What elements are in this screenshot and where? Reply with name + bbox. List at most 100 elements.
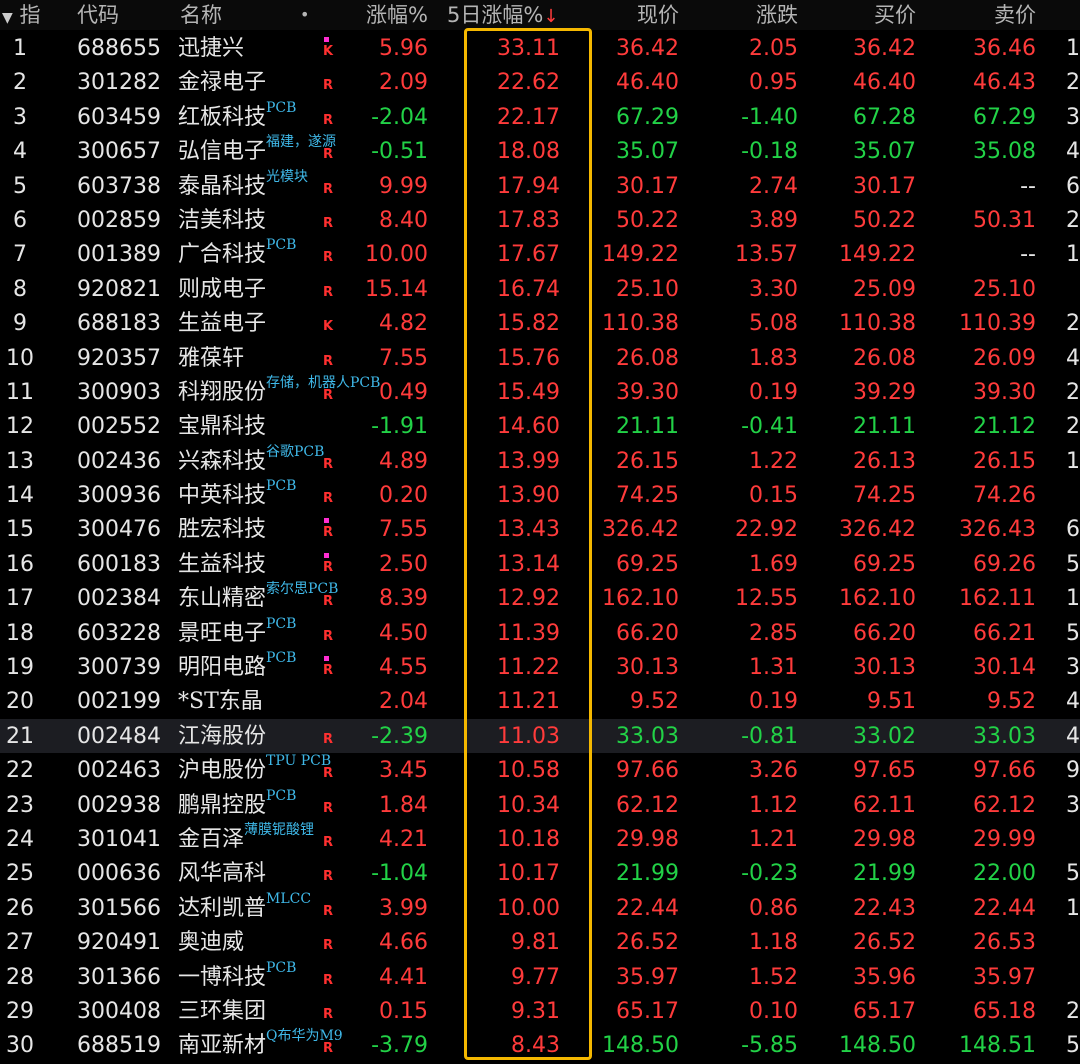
table-row[interactable]: 28 301366 一博科技 4.41 9.77 35.97 1.52 35.96 35.97 P… — [0, 960, 1080, 994]
table-row[interactable]: 22 002463 沪电股份 3.45 10.58 97.66 3.26 97.65 97.66… — [0, 753, 1080, 787]
stock-list: 1 688655 迅捷兴 5.96 33.11 36.42 2.05 36.42 36.46 17… — [0, 31, 1080, 1063]
dot-column-header[interactable]: • — [300, 0, 309, 30]
volume-truncated: 37 — [1066, 655, 1080, 681]
stock-name: 达利凯普 — [178, 895, 267, 921]
price-column-header[interactable]: 现价 — [585, 0, 679, 30]
pct-change: 4.66 — [379, 930, 428, 956]
current-price: 97.66 — [616, 758, 679, 784]
table-row[interactable]: 15 300476 胜宏科技 7.55 13.43 326.42 22.92 326.42 32… — [0, 512, 1080, 546]
table-row[interactable]: 11 300903 科翔股份 0.49 15.49 39.30 0.19 39.29 39.30… — [0, 375, 1080, 409]
margin-marker-badge: R — [323, 731, 334, 747]
table-row[interactable]: 14 300936 中英科技 0.20 13.90 74.25 0.15 74.25 74.26… — [0, 478, 1080, 512]
ask-price: 26.15 — [973, 448, 1036, 474]
change-column-header[interactable]: 涨跌 — [705, 0, 798, 30]
table-row[interactable]: 24 301041 金百泽 4.21 10.18 29.98 1.21 29.98 29.99 薄… — [0, 822, 1080, 856]
table-row[interactable]: 29 300408 三环集团 0.15 9.31 65.17 0.10 65.17 65.18 2… — [0, 994, 1080, 1028]
table-row[interactable]: 4 300657 弘信电子 -0.51 18.08 35.07 -0.18 35.07 35.0… — [0, 134, 1080, 168]
table-row[interactable]: 2 301282 金禄电子 2.09 22.62 46.40 0.95 46.40 46.43 2… — [0, 65, 1080, 99]
table-row[interactable]: 3 603459 红板科技 -2.04 22.17 67.29 -1.40 67.28 67.2… — [0, 100, 1080, 134]
price-change: 0.95 — [749, 70, 798, 96]
table-row[interactable]: 30 688519 南亚新材 -3.79 8.43 148.50 -5.85 148.50 14… — [0, 1028, 1080, 1062]
price-change: 2.85 — [749, 620, 798, 646]
ask-column-header[interactable]: 卖价 — [945, 0, 1036, 30]
volume-truncated: 23 — [1066, 311, 1080, 337]
stock-code: 603228 — [77, 620, 161, 646]
stock-code: 301282 — [77, 70, 161, 96]
five-day-change: 9.31 — [511, 998, 560, 1024]
table-row[interactable]: 23 002938 鹏鼎控股 1.84 10.34 62.12 1.12 62.11 62.12… — [0, 788, 1080, 822]
stock-code: 300408 — [77, 998, 161, 1024]
code-column-header[interactable]: 代码 — [77, 0, 119, 30]
table-row[interactable]: 27 920491 奥迪威 4.66 9.81 26.52 1.18 26.52 26.53 R — [0, 925, 1080, 959]
margin-marker-badge: K — [323, 44, 334, 59]
table-row[interactable]: 5 603738 泰晶科技 9.99 17.94 30.17 2.74 30.17 -- 62 光模… — [0, 169, 1080, 203]
stock-name: 则成电子 — [178, 276, 267, 302]
table-row[interactable]: 10 920357 雅葆轩 7.55 15.76 26.08 1.83 26.08 26.09 4… — [0, 341, 1080, 375]
pct-change: 2.04 — [379, 689, 428, 715]
bid-column-header[interactable]: 买价 — [825, 0, 916, 30]
row-index: 11 — [6, 379, 34, 405]
name-column-header[interactable]: 名称 — [180, 0, 222, 30]
concept-tag: PCB — [266, 478, 297, 495]
volume-truncated: 20 — [1066, 998, 1080, 1024]
bid-price: 62.11 — [853, 792, 916, 818]
table-row[interactable]: 7 001389 广合科技 10.00 17.67 149.22 13.57 149.22 --… — [0, 237, 1080, 271]
volume-truncated: 92 — [1066, 758, 1080, 784]
ask-price: 67.29 — [973, 104, 1036, 130]
price-change: 3.30 — [749, 276, 798, 302]
ask-price: 35.97 — [973, 964, 1036, 990]
pct-change: 8.39 — [379, 586, 428, 612]
stock-name: 生益电子 — [178, 311, 267, 337]
table-row[interactable]: 6 002859 洁美科技 8.40 17.83 50.22 3.89 50.22 50.31 2… — [0, 203, 1080, 237]
bid-price: 36.42 — [853, 36, 916, 61]
current-price: 39.30 — [616, 379, 679, 405]
ask-price: 66.21 — [973, 620, 1036, 646]
margin-marker-badge: R — [323, 594, 334, 610]
five-day-column-header[interactable]: 5日涨幅%↓ — [447, 0, 558, 30]
index-column-header[interactable]: ▼ 指 — [2, 0, 40, 30]
table-row[interactable]: 9 688183 生益电子 4.82 15.82 110.38 5.08 110.38 110.… — [0, 306, 1080, 340]
table-row[interactable]: 25 000636 风华高科 -1.04 10.17 21.99 -0.23 21.99 22.… — [0, 856, 1080, 890]
stock-name: 广合科技 — [178, 242, 267, 268]
stock-code: 002199 — [77, 689, 161, 715]
price-change: 1.18 — [749, 930, 798, 956]
table-row[interactable]: 12 002552 宝鼎科技 -1.91 14.60 21.11 -0.41 21.11 21.… — [0, 409, 1080, 443]
ask-price: 29.99 — [973, 826, 1036, 852]
current-price: 62.12 — [616, 792, 679, 818]
current-price: 26.08 — [616, 345, 679, 371]
table-row[interactable]: 21 002484 江海股份 -2.39 11.03 33.03 -0.81 33.02 33.… — [0, 718, 1080, 754]
table-row[interactable]: 26 301566 达利凯普 3.99 10.00 22.44 0.86 22.43 22.44… — [0, 891, 1080, 925]
price-change: 1.12 — [749, 792, 798, 818]
five-day-change: 13.43 — [497, 517, 560, 543]
price-change: 0.19 — [749, 379, 798, 405]
stock-code: 002463 — [77, 758, 161, 784]
pct-column-header[interactable]: 涨幅% — [330, 0, 428, 30]
table-row[interactable]: 16 600183 生益科技 2.50 13.14 69.25 1.69 69.25 69.26… — [0, 547, 1080, 581]
volume-truncated: 50 — [1066, 551, 1080, 577]
ask-price: 97.66 — [973, 758, 1036, 784]
table-row[interactable]: 18 603228 景旺电子 4.50 11.39 66.20 2.85 66.20 66.21… — [0, 616, 1080, 650]
table-row[interactable]: 1 688655 迅捷兴 5.96 33.11 36.42 2.05 36.42 36.46 17… — [0, 31, 1080, 65]
table-row[interactable]: 8 920821 则成电子 15.14 16.74 25.10 3.30 25.09 25.10… — [0, 272, 1080, 306]
price-change: 2.74 — [749, 173, 798, 199]
stock-code: 301366 — [77, 964, 161, 990]
bid-price: 21.11 — [853, 414, 916, 440]
table-row[interactable]: 13 002436 兴森科技 4.89 13.99 26.15 1.22 26.13 26.15… — [0, 444, 1080, 478]
table-row[interactable]: 20 002199 *ST东晶 2.04 11.21 9.52 0.19 9.51 9.52 4 — [0, 684, 1080, 718]
pct-change: 4.50 — [379, 620, 428, 646]
bid-price: 148.50 — [839, 1033, 916, 1059]
five-day-change: 9.81 — [511, 930, 560, 956]
current-price: 29.98 — [616, 826, 679, 852]
price-change: 0.19 — [749, 689, 798, 715]
stock-name: 沪电股份 — [178, 758, 267, 784]
pct-change: 2.09 — [379, 70, 428, 96]
five-day-change: 11.21 — [497, 689, 560, 715]
bid-price: 35.07 — [853, 139, 916, 165]
bid-price: 110.38 — [839, 311, 916, 337]
pct-change: 4.21 — [379, 826, 428, 852]
table-row[interactable]: 17 002384 东山精密 8.39 12.92 162.10 12.55 162.10 16… — [0, 581, 1080, 615]
margin-marker-badge: R — [323, 353, 334, 369]
table-row[interactable]: 19 300739 明阳电路 4.55 11.22 30.13 1.31 30.13 30.14… — [0, 650, 1080, 684]
stock-code: 300936 — [77, 483, 161, 509]
margin-marker-badge: R — [323, 800, 334, 816]
